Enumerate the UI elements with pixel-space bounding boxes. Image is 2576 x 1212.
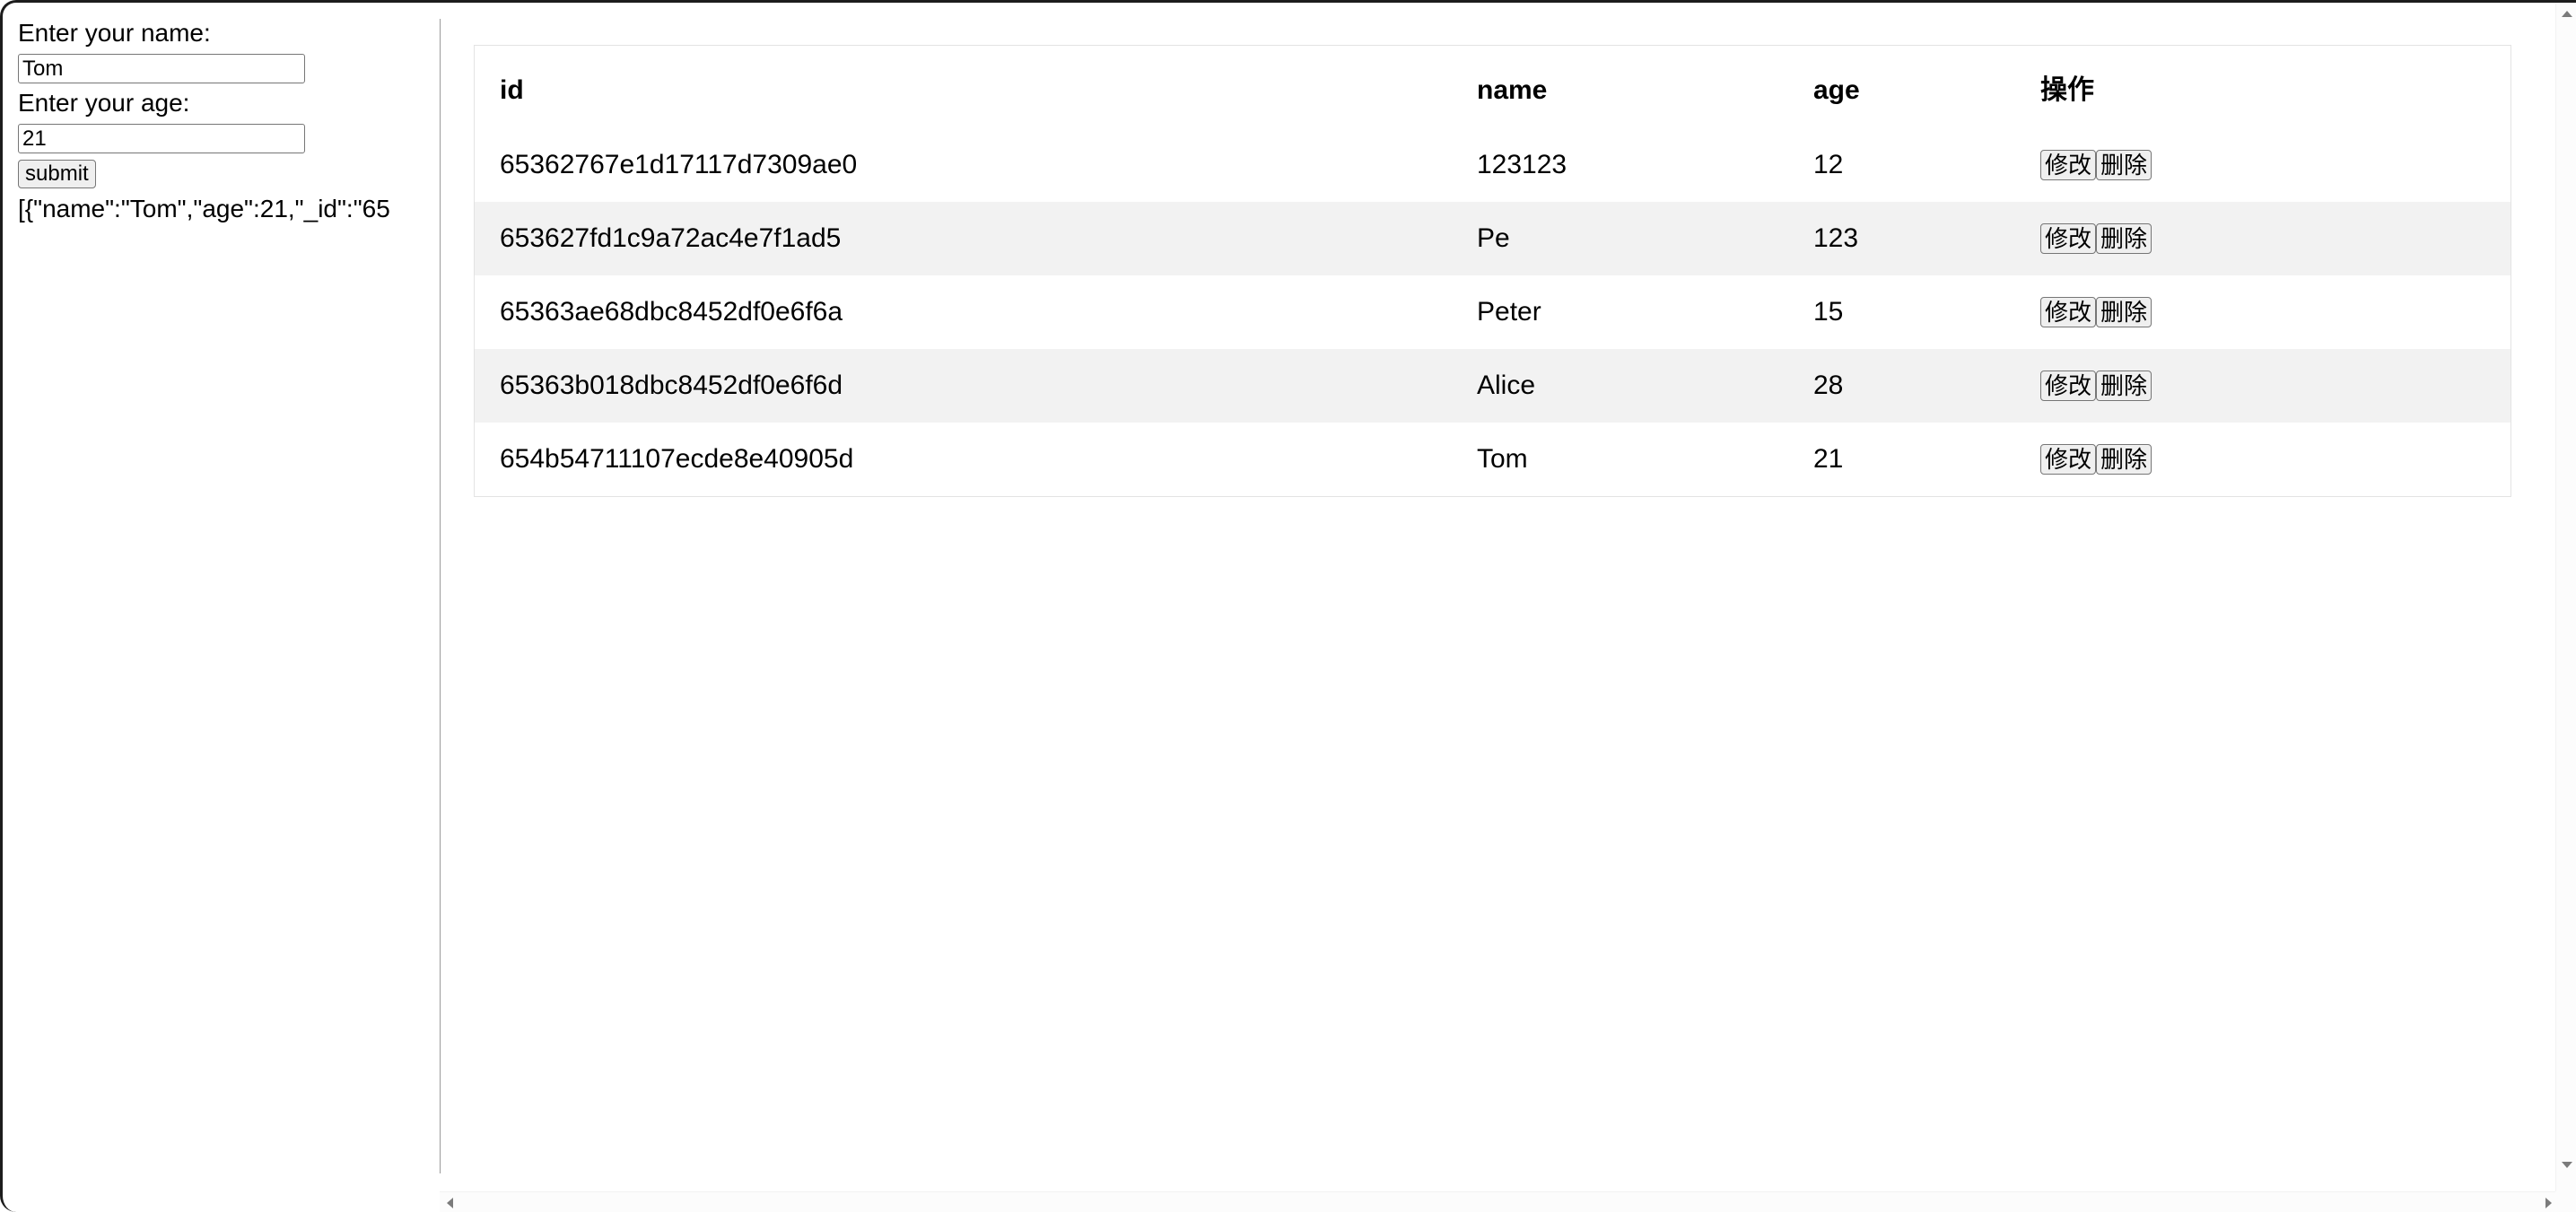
edit-row-button[interactable]: 修改 (2040, 297, 2097, 327)
table-row: 65363b018dbc8452df0e6f6d Alice 28 修改 删除 (475, 349, 2511, 423)
table-row: 65363ae68dbc8452df0e6f6a Peter 15 修改 删除 (475, 275, 2511, 349)
cell-age: 21 (1813, 444, 1844, 474)
table-pane: id name age 操作 65362767e1d17117d7309ae0 1… (441, 3, 2558, 1173)
cell-name: Tom (1477, 444, 1528, 474)
submit-button[interactable]: submit (18, 160, 96, 188)
cell-age: 28 (1788, 349, 2015, 423)
column-header-age: age (1788, 46, 2015, 128)
name-field-label: Enter your name: (18, 19, 211, 47)
cell-id: 654b54711107ecde8e40905d (500, 444, 854, 474)
scrollbar-corner (2555, 1191, 2576, 1212)
scroll-left-arrow-icon[interactable] (447, 1198, 453, 1208)
column-header-action: 操作 (2015, 46, 2511, 128)
cell-age: 123 (1788, 202, 2015, 275)
cell-actions: 修改 删除 (2015, 349, 2511, 423)
column-header-id: id (475, 46, 1452, 128)
name-input[interactable] (18, 54, 305, 83)
cell-name: Alice (1452, 349, 1788, 423)
table-row: 654b54711107ecde8e40905d Tom 21 修改 删除 (475, 423, 2511, 496)
users-table: id name age 操作 65362767e1d17117d7309ae0 1… (475, 46, 2511, 496)
cell-actions: 修改 删除 (2015, 128, 2511, 202)
column-header-name: name (1452, 46, 1788, 128)
cell-actions: 修改 删除 (2015, 202, 2511, 275)
cell-age: 12 (1813, 150, 1844, 179)
scroll-up-arrow-icon[interactable] (2562, 11, 2572, 17)
table-body: 65362767e1d17117d7309ae0 123123 12 修改 删除 6536… (475, 128, 2511, 496)
cell-name: Peter (1477, 297, 1541, 327)
cell-actions: 修改 删除 (2015, 423, 2511, 496)
cell-name: 123123 (1477, 150, 1567, 179)
delete-row-button[interactable]: 删除 (2096, 150, 2152, 180)
users-table-card: id name age 操作 65362767e1d17117d7309ae0 1… (474, 45, 2511, 497)
edit-row-button[interactable]: 修改 (2040, 371, 2097, 401)
age-input[interactable] (18, 124, 305, 153)
horizontal-scrollbar[interactable] (440, 1191, 2576, 1212)
cell-actions: 修改 删除 (2015, 275, 2511, 349)
edit-row-button[interactable]: 修改 (2040, 150, 2097, 180)
browser-window-frame: Enter your name: Enter your age: submit … (0, 0, 2576, 1212)
cell-id: 65363b018dbc8452df0e6f6d (475, 349, 1452, 423)
delete-row-button[interactable]: 删除 (2096, 297, 2152, 327)
cell-id: 65363ae68dbc8452df0e6f6a (500, 297, 843, 327)
cell-name: Pe (1452, 202, 1788, 275)
edit-row-button[interactable]: 修改 (2040, 223, 2097, 254)
edit-row-button[interactable]: 修改 (2040, 444, 2097, 475)
cell-id: 65362767e1d17117d7309ae0 (500, 150, 858, 179)
age-field-label: Enter your age: (18, 89, 190, 117)
table-row: 65362767e1d17117d7309ae0 123123 12 修改 删除 (475, 128, 2511, 202)
table-header: id name age 操作 (475, 46, 2511, 128)
cell-id: 653627fd1c9a72ac4e7f1ad5 (475, 202, 1452, 275)
scroll-right-arrow-icon[interactable] (2545, 1198, 2552, 1208)
form-pane: Enter your name: Enter your age: submit … (3, 3, 440, 1173)
scroll-down-arrow-icon[interactable] (2562, 1162, 2572, 1168)
delete-row-button[interactable]: 删除 (2096, 444, 2152, 475)
delete-row-button[interactable]: 删除 (2096, 371, 2152, 401)
table-header-row: id name age 操作 (475, 46, 2511, 128)
vertical-scrollbar[interactable] (2555, 3, 2576, 1194)
table-row: 653627fd1c9a72ac4e7f1ad5 Pe 123 修改 删除 (475, 202, 2511, 275)
delete-row-button[interactable]: 删除 (2096, 223, 2152, 254)
cell-age: 15 (1813, 297, 1844, 327)
result-json-output: [{"name":"Tom","age":21,"_id":"65 (18, 195, 390, 222)
